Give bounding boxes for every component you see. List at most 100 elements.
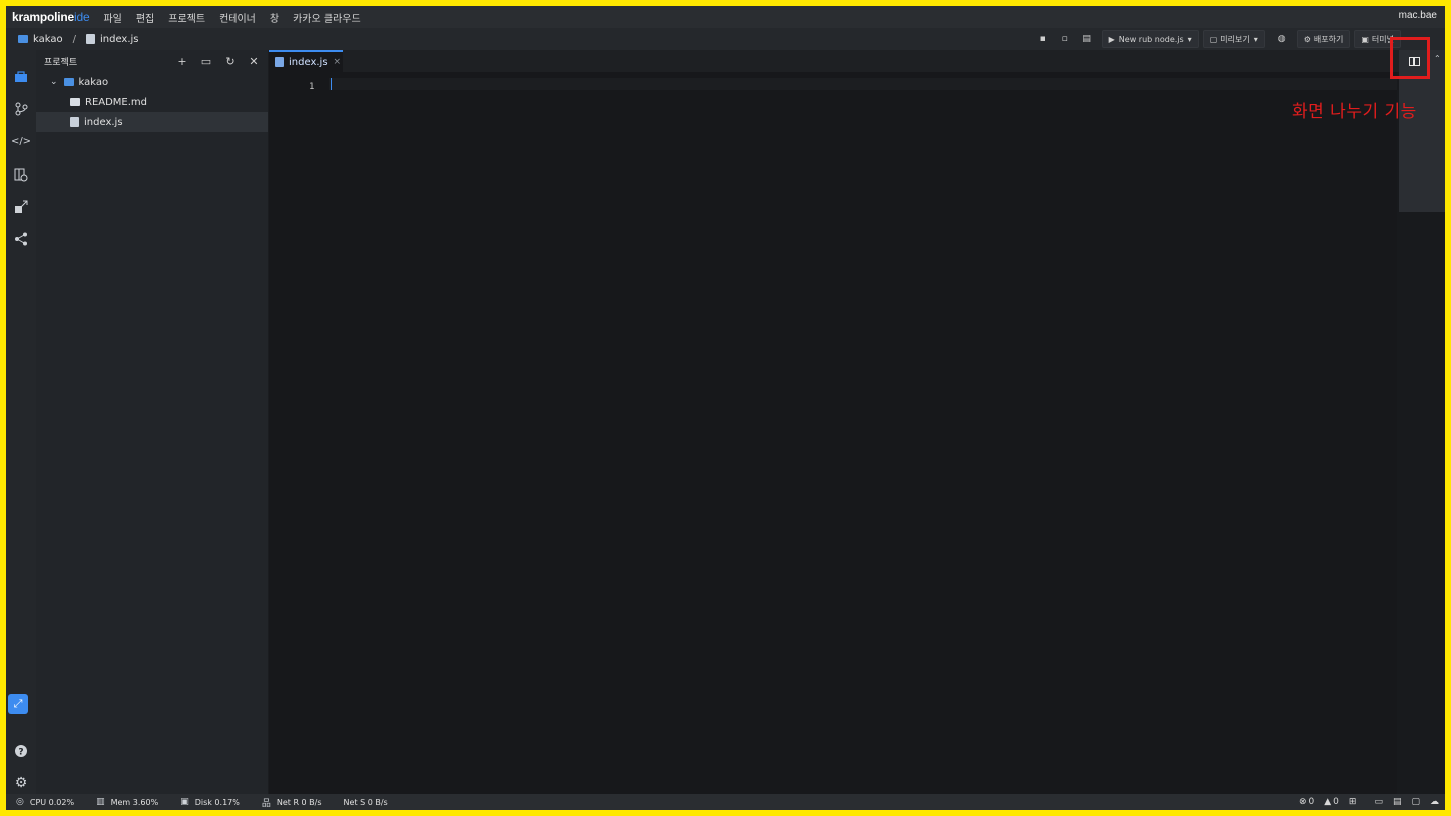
settings-gear-icon[interactable]: ⚙	[12, 774, 30, 792]
git-branch-icon[interactable]	[12, 100, 30, 118]
highlight-box	[1390, 37, 1430, 79]
chevron-down-icon: ⌄	[50, 77, 58, 87]
network-icon: 品	[261, 798, 271, 809]
svg-text:?: ?	[18, 748, 23, 758]
tab-index-js[interactable]: index.js ×	[269, 50, 343, 72]
status-right: ⊗ 0 ▲ 0 ⊞ ▭ ▤ ▢ ☁	[1289, 794, 1439, 810]
close-icon[interactable]: ✕	[246, 53, 262, 69]
deploy-icon[interactable]	[12, 198, 30, 216]
menu-edit[interactable]: 편집	[136, 10, 154, 25]
line-number: 1	[309, 82, 315, 92]
menu-kakao-cloud[interactable]: 카카오 클라우드	[293, 10, 361, 25]
play-icon: ▶	[1108, 34, 1115, 44]
sidebar-actions: + ▭ ↻ ✕	[166, 53, 262, 69]
help-icon[interactable]: ?	[12, 742, 30, 760]
layout-icon[interactable]: ⊞	[1349, 797, 1357, 807]
cpu-icon: ◎	[16, 797, 24, 807]
ide-window: krampolineide 파일 편집 프로젝트 컨테이너 창 카카오 클라우드…	[6, 6, 1445, 810]
logo-main: krampoline	[12, 10, 75, 24]
tree-folder-kakao[interactable]: ⌄ kakao	[36, 72, 268, 92]
current-line-highlight	[329, 78, 1397, 90]
warning-icon[interactable]: ▲	[1324, 797, 1331, 807]
logo-accent: ide	[74, 10, 90, 24]
error-icon[interactable]: ⊗	[1299, 797, 1307, 807]
js-file-icon	[275, 57, 284, 67]
chevron-up-icon[interactable]: ⌃	[1434, 54, 1441, 63]
deploy-label: 배포하기	[1313, 34, 1344, 44]
activity-bar: </> ⤢ ? ⚙	[6, 50, 36, 794]
grid-gear-icon	[14, 168, 28, 182]
briefcase-icon	[15, 71, 27, 82]
cloud-icon[interactable]: ☁	[1430, 797, 1439, 807]
save-all-icon[interactable]: ▫	[1058, 32, 1072, 46]
warning-count: 0	[1333, 797, 1339, 807]
save-icon[interactable]: ▪	[1036, 32, 1050, 46]
js-file-icon	[85, 34, 95, 44]
run-label: New rub node.js	[1118, 34, 1184, 44]
disk-value: Disk 0.17%	[194, 797, 240, 807]
folder-icon	[63, 78, 74, 86]
menu-file[interactable]: 파일	[103, 10, 121, 25]
chat-icon[interactable]: ▤	[1393, 797, 1402, 807]
breadcrumb-separator: /	[72, 33, 76, 45]
terminal-toggle-icon[interactable]: ▢	[1411, 797, 1420, 807]
extensions-icon[interactable]	[12, 166, 30, 184]
status-cpu: ◎ CPU 0.02%	[16, 797, 74, 807]
deploy-icon: ⚙	[1303, 34, 1311, 44]
build-icon[interactable]: ▤	[1080, 32, 1094, 46]
memory-icon: ▥	[96, 797, 105, 807]
new-folder-icon[interactable]: ▭	[198, 53, 214, 69]
app-logo[interactable]: krampolineide	[12, 10, 90, 24]
markdown-file-icon	[70, 98, 80, 106]
status-mem: ▥ Mem 3.60%	[96, 797, 158, 807]
tree-file-label: index.js	[84, 116, 123, 128]
menu-project[interactable]: 프로젝트	[168, 10, 205, 25]
breadcrumb-file[interactable]: index.js	[100, 34, 139, 45]
project-explorer-icon[interactable]	[12, 68, 30, 86]
folder-icon	[18, 35, 28, 43]
chevron-down-icon: ▾	[1253, 34, 1258, 44]
globe-icon[interactable]: ◍	[1275, 32, 1289, 46]
tree-file-readme[interactable]: README.md	[36, 92, 268, 112]
terminal-icon: ▣	[1361, 34, 1369, 44]
breadcrumb-project[interactable]: kakao	[33, 34, 63, 45]
tree-file-index[interactable]: index.js	[36, 112, 268, 132]
status-bar: ◎ CPU 0.02% ▥ Mem 3.60% ▣ Disk 0.17% 品 Net R…	[6, 794, 1445, 810]
sidebar-header: 프로젝트 + ▭ ↻ ✕	[36, 50, 268, 72]
menu-window[interactable]: 창	[270, 10, 279, 25]
chevron-down-icon: ▾	[1187, 34, 1192, 44]
status-net-s: Net S 0 B/s	[344, 798, 388, 807]
code-icon[interactable]: </>	[11, 132, 31, 150]
cube-arrow-icon	[15, 200, 28, 213]
preview-icon: ▢	[1209, 34, 1218, 44]
breadcrumb: kakao / index.js	[18, 34, 139, 45]
mem-value: Mem 3.60%	[110, 797, 159, 807]
new-file-icon[interactable]: +	[174, 53, 190, 69]
run-button[interactable]: ▶ New rub node.js ▾	[1101, 30, 1199, 48]
editor-area[interactable]: index.js × 1	[269, 50, 1445, 794]
panel-icon[interactable]: ▭	[1374, 797, 1383, 807]
deploy-button[interactable]: ⚙ 배포하기	[1296, 30, 1351, 48]
refresh-icon[interactable]: ↻	[222, 53, 238, 69]
tab-close-icon[interactable]: ×	[334, 57, 342, 67]
toolbar: kakao / index.js ▪ ▫ ▤ ▶ New rub node.js ▾…	[6, 28, 1445, 50]
tree-folder-label: kakao	[78, 76, 109, 88]
preview-button[interactable]: ▢ 미리보기 ▾	[1202, 30, 1265, 48]
tab-label: index.js	[289, 56, 328, 68]
share-icon[interactable]	[12, 230, 30, 248]
branch-icon	[15, 102, 28, 116]
net-s-value: Net S 0 B/s	[343, 797, 388, 807]
expand-icon[interactable]: ⤢	[8, 694, 28, 714]
user-menu[interactable]: mac.bae	[1399, 10, 1437, 21]
share-nodes-icon	[15, 232, 27, 246]
status-disk: ▣ Disk 0.17%	[180, 797, 240, 807]
tree-file-label: README.md	[85, 96, 148, 108]
menu-container[interactable]: 컨테이너	[219, 10, 256, 25]
disk-icon: ▣	[180, 797, 189, 807]
annotation-label: 화면 나누기 기능	[1292, 102, 1417, 122]
text-cursor	[331, 78, 332, 90]
js-file-icon	[70, 117, 79, 127]
preview-label: 미리보기	[1220, 34, 1250, 44]
error-count: 0	[1308, 797, 1315, 807]
sidebar-title: 프로젝트	[44, 57, 78, 68]
